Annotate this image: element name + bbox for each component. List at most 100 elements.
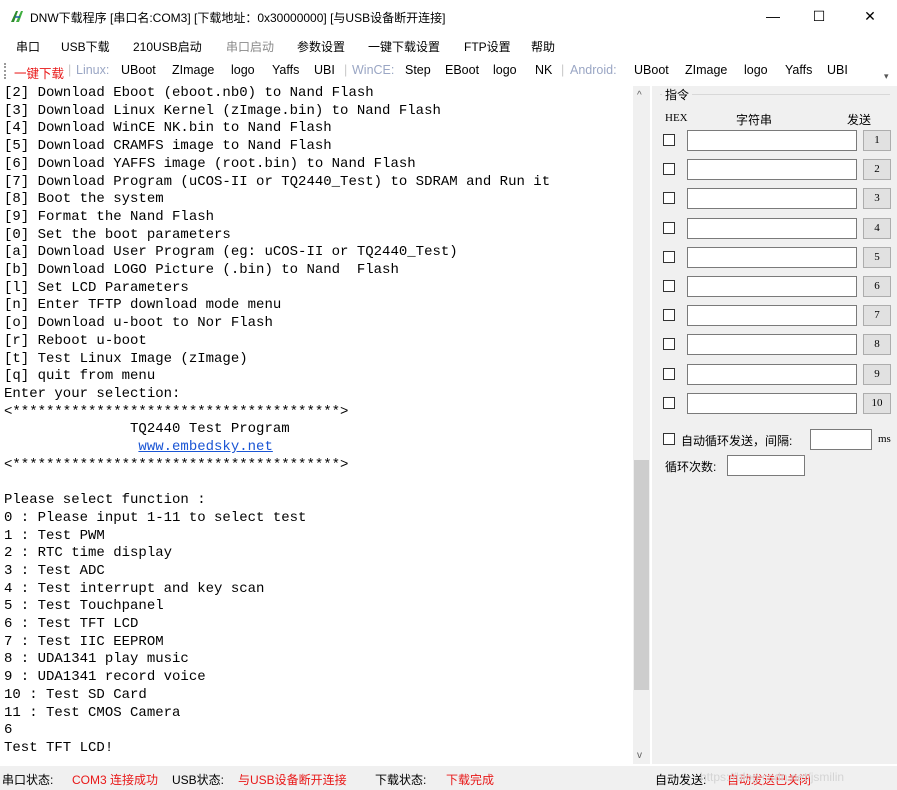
command-string-input[interactable] — [687, 305, 857, 327]
auto-loop-row: 自动循环发送，间隔: ms — [655, 429, 897, 453]
wince-logo-button[interactable]: logo — [493, 63, 517, 77]
hex-checkbox[interactable] — [663, 134, 675, 146]
send-button[interactable]: 9 — [863, 363, 891, 385]
hex-checkbox[interactable] — [663, 309, 675, 322]
send-button[interactable]: 10 — [863, 392, 891, 414]
hex-checkbox[interactable] — [663, 338, 675, 351]
send-button[interactable]: 7 — [863, 305, 891, 327]
hex-checkbox[interactable] — [663, 250, 675, 263]
command-string-input[interactable] — [687, 246, 857, 268]
terminal-line: [n] Enter TFTP download mode menu — [4, 297, 282, 314]
linux-ubi-button[interactable]: UBI — [314, 63, 335, 77]
linux-logo-button[interactable]: logo — [231, 63, 255, 77]
hex-checkbox[interactable] — [663, 192, 675, 205]
hex-checkbox[interactable] — [663, 221, 675, 234]
linux-uboot-button[interactable]: UBoot — [121, 63, 156, 77]
hex-checkbox[interactable] — [663, 396, 675, 409]
watermark: https://blog.csdn.net/jsmilin — [700, 770, 845, 784]
one-click-download-button[interactable]: 一键下载 — [14, 63, 64, 82]
terminal-line: 4 : Test interrupt and key scan — [4, 580, 265, 597]
terminal-line: 6 — [4, 722, 13, 739]
wince-eboot-button[interactable]: EBoot — [445, 63, 479, 77]
menu-help[interactable]: 帮助 — [531, 38, 555, 55]
menu-210usb-boot[interactable]: 210USB启动 — [133, 38, 202, 55]
toolbar-separator: | — [344, 63, 348, 77]
terminal-line: 8 : UDA1341 play music — [4, 651, 189, 668]
command-string-input[interactable] — [687, 188, 857, 210]
wince-step-button[interactable]: Step — [405, 63, 431, 77]
terminal-line: 5 : Test Touchpanel — [4, 598, 164, 615]
interval-input[interactable] — [810, 429, 872, 450]
wince-nk-button[interactable]: NK — [535, 63, 552, 77]
terminal-line: 1 : Test PWM — [4, 527, 105, 544]
scroll-thumb[interactable] — [634, 460, 649, 690]
terminal-line: 6 : Test TFT LCD — [4, 616, 139, 633]
terminal-line: [9] Format the Nand Flash — [4, 208, 215, 225]
send-button[interactable]: 4 — [863, 217, 891, 239]
terminal-line: [a] Download User Program (eg: uCOS-II o… — [4, 244, 458, 261]
hex-checkbox[interactable] — [663, 367, 675, 380]
terminal-scrollbar[interactable]: ^ v — [633, 86, 650, 764]
window-title: DNW下载程序 [串口名:COM3] [下载地址：0x30000000] [与U… — [30, 11, 446, 25]
hex-checkbox[interactable] — [663, 280, 675, 292]
terminal-line: [b] Download LOGO Picture (.bin) to Nand… — [4, 262, 399, 279]
group-border — [660, 94, 890, 95]
terminal-line: [0] Set the boot parameters — [4, 226, 231, 243]
terminal-line: [3] Download Linux Kernel (zImage.bin) t… — [4, 102, 441, 119]
maximize-button[interactable]: ☐ — [796, 0, 842, 33]
menu-one-click-settings[interactable]: 一键下载设置 — [368, 38, 440, 55]
terminal-output[interactable]: [2] Download Eboot (eboot.nb0) to Nand F… — [2, 86, 632, 764]
link-indent — [4, 439, 138, 455]
menu-serial[interactable]: 串口 — [16, 38, 40, 55]
android-logo-button[interactable]: logo — [744, 63, 768, 77]
send-button[interactable]: 5 — [863, 246, 891, 268]
linux-zimage-button[interactable]: ZImage — [172, 63, 214, 77]
serial-status-label: 串口状态: — [2, 773, 54, 787]
hex-checkbox[interactable] — [663, 163, 675, 176]
android-zimage-button[interactable]: ZImage — [685, 63, 727, 77]
send-button[interactable]: 3 — [863, 188, 891, 210]
command-string-input[interactable] — [687, 217, 857, 239]
command-string-input[interactable] — [687, 130, 857, 151]
command-row: 6 — [655, 276, 897, 298]
toolbar-separator: | — [561, 63, 565, 77]
toolbar-grip[interactable] — [4, 63, 9, 79]
command-string-input[interactable] — [687, 276, 857, 297]
minimize-button[interactable]: — — [750, 0, 796, 33]
terminal-line: [r] Reboot u-boot — [4, 332, 147, 349]
linux-yaffs-button[interactable]: Yaffs — [272, 63, 299, 77]
terminal-line: Enter your selection: — [4, 385, 181, 402]
auto-loop-checkbox[interactable] — [663, 433, 675, 445]
menu-params[interactable]: 参数设置 — [297, 38, 345, 55]
toolbar-overflow-icon[interactable]: ▾ — [884, 71, 893, 83]
linux-label: Linux: — [76, 63, 110, 77]
send-button[interactable]: 2 — [863, 159, 891, 181]
terminal-line: 11 : Test CMOS Camera — [4, 704, 181, 721]
android-yaffs-button[interactable]: Yaffs — [785, 63, 812, 77]
command-string-input[interactable] — [687, 363, 857, 385]
scroll-down-icon[interactable]: v — [637, 750, 642, 761]
dnw-app-icon — [11, 11, 23, 22]
terminal-line: 0 : Please input 1-11 to select test — [4, 509, 307, 526]
hex-column-header: HEX — [665, 112, 688, 124]
command-row: 3 — [655, 188, 897, 210]
command-string-input[interactable] — [687, 392, 857, 414]
scroll-up-icon[interactable]: ^ — [637, 90, 642, 101]
menu-ftp-settings[interactable]: FTP设置 — [464, 38, 511, 55]
send-button[interactable]: 1 — [863, 130, 891, 151]
terminal-line: [6] Download YAFFS image (root.bin) to N… — [4, 155, 416, 172]
terminal-line: [q] quit from menu — [4, 368, 156, 385]
menu-usb-download[interactable]: USB下载 — [61, 38, 110, 55]
android-uboot-button[interactable]: UBoot — [634, 63, 669, 77]
loop-count-input[interactable] — [727, 455, 805, 476]
menu-serial-boot[interactable]: 串口启动 — [226, 38, 274, 55]
command-string-input[interactable] — [687, 334, 857, 356]
android-ubi-button[interactable]: UBI — [827, 63, 848, 77]
send-button[interactable]: 8 — [863, 334, 891, 356]
usb-status-label: USB状态: — [172, 773, 225, 787]
close-button[interactable]: ✕ — [847, 0, 893, 33]
embedsky-link[interactable]: www.embedsky.net — [138, 439, 272, 455]
send-button[interactable]: 6 — [863, 276, 891, 297]
command-string-input[interactable] — [687, 159, 857, 181]
